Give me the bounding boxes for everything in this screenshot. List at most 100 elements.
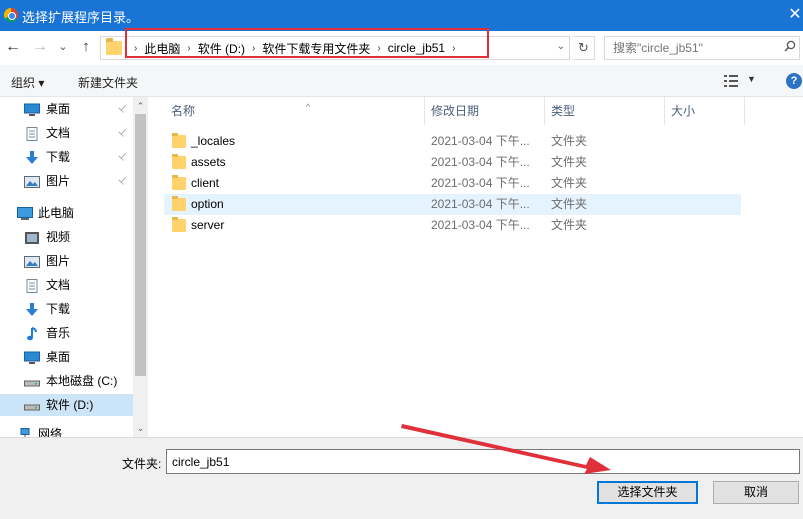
forward-arrow-icon[interactable]: → <box>30 37 50 57</box>
sidebar-item[interactable]: 桌面 ⊥ <box>0 98 133 120</box>
desktop-icon <box>24 102 40 116</box>
sidebar-item[interactable]: 图片 <box>0 250 133 272</box>
window-title: 选择扩展程序目录。 <box>22 10 140 25</box>
breadcrumb-separator-icon[interactable]: › <box>187 43 190 54</box>
folder-icon <box>172 133 186 148</box>
sidebar-item-label: 下载 <box>46 302 71 316</box>
back-arrow-icon[interactable]: ← <box>3 37 23 57</box>
folder-icon <box>172 154 186 169</box>
sidebar-item-label: 软件 (D:) <box>46 398 94 412</box>
drive-icon <box>24 374 40 388</box>
scroll-down-icon[interactable]: ⌄ <box>133 421 148 436</box>
column-header-name[interactable]: 名称 ^ <box>165 97 425 125</box>
sidebar-item[interactable]: 音乐 <box>0 322 133 344</box>
refresh-icon[interactable]: ↻ <box>573 36 595 60</box>
folder-field-label: 文件夹: <box>122 457 162 471</box>
select-folder-button[interactable]: 选择文件夹 <box>597 481 698 504</box>
sidebar-item[interactable]: 下载 <box>0 298 133 320</box>
search-icon[interactable] <box>784 40 796 52</box>
recent-locations-icon[interactable]: ⌄ <box>56 37 70 57</box>
pin-icon: ⊥ <box>115 125 130 140</box>
close-icon[interactable]: ✕ <box>787 2 803 28</box>
chevron-down-icon[interactable]: ⌄ <box>557 41 565 52</box>
chrome-icon <box>4 8 18 22</box>
file-type: 文件夹 <box>551 218 588 232</box>
download-icon <box>24 150 40 164</box>
folder-icon <box>172 217 186 232</box>
sidebar-scrollbar[interactable]: ⌃ ⌄ <box>133 97 148 437</box>
sort-ascending-icon: ^ <box>306 102 311 112</box>
file-date: 2021-03-04 下午... <box>431 176 530 190</box>
sidebar-item[interactable]: 网络 <box>0 423 133 437</box>
breadcrumb-separator-icon[interactable]: › <box>377 43 380 54</box>
sidebar-item-label: 桌面 <box>46 350 71 364</box>
desktop-icon <box>24 350 40 364</box>
breadcrumb-item[interactable]: circle_jb51 <box>388 41 445 55</box>
new-folder-button[interactable]: 新建文件夹 <box>78 74 138 91</box>
sidebar-item[interactable]: 软件 (D:) <box>0 394 133 416</box>
folder-name-input[interactable] <box>166 449 800 474</box>
sidebar-item[interactable]: 下载 ⊥ <box>0 146 133 168</box>
file-name: _locales <box>191 134 236 148</box>
table-row[interactable]: server 2021-03-04 下午... 文件夹 <box>164 215 741 236</box>
cancel-button[interactable]: 取消 <box>713 481 799 504</box>
sidebar-item-label: 本地磁盘 (C:) <box>46 374 118 388</box>
sidebar-item[interactable]: 本地磁盘 (C:) <box>0 370 133 392</box>
drive-icon <box>24 398 40 412</box>
breadcrumb-item[interactable]: 软件下载专用文件夹 <box>262 40 370 57</box>
pin-icon: ⊥ <box>115 173 130 188</box>
this-pc-icon <box>17 206 33 220</box>
pin-icon: ⊥ <box>115 101 130 116</box>
sidebar-item[interactable]: 图片 ⊥ <box>0 170 133 192</box>
sidebar-item-label: 图片 <box>46 174 71 188</box>
column-header-size[interactable]: 大小 <box>665 97 745 125</box>
sidebar-item[interactable]: 文档 <box>0 274 133 296</box>
scroll-up-icon[interactable]: ⌃ <box>133 99 148 114</box>
sidebar-item[interactable]: 此电脑 <box>0 202 133 224</box>
breadcrumb-item[interactable]: 软件 (D:) <box>198 40 245 57</box>
file-name: server <box>191 218 225 232</box>
table-row[interactable]: assets 2021-03-04 下午... 文件夹 <box>164 152 741 173</box>
file-type: 文件夹 <box>551 134 588 148</box>
documents-icon <box>24 278 40 293</box>
folder-icon <box>106 38 122 55</box>
search-input[interactable] <box>604 36 800 60</box>
sidebar-item-label: 桌面 <box>46 102 71 116</box>
view-options-icon[interactable] <box>724 75 738 87</box>
breadcrumb-separator-icon[interactable]: › <box>252 43 255 54</box>
up-arrow-icon[interactable]: ↑ <box>76 37 96 57</box>
file-date: 2021-03-04 下午... <box>431 197 530 211</box>
organize-button[interactable]: 组织 ▾ <box>11 74 44 91</box>
help-icon[interactable]: ? <box>786 73 802 89</box>
file-list: 名称 ^ 修改日期 类型 大小 _locales 2021-03-04 下午...… <box>148 97 803 437</box>
network-icon <box>17 427 33 437</box>
navigation-pane: 网络 软件 (D:) 本地磁盘 (C:) 桌面 音乐 下载 文档 图片 视频 此电脑 图片 ⊥ 下载 ⊥ 文… <box>0 97 148 437</box>
column-header-type[interactable]: 类型 <box>545 97 665 125</box>
breadcrumb-item[interactable]: 此电脑 <box>144 40 180 57</box>
sidebar-item[interactable]: 视频 <box>0 226 133 248</box>
scrollbar-thumb[interactable] <box>135 114 146 376</box>
videos-icon <box>24 230 40 244</box>
sidebar-item[interactable]: 桌面 <box>0 346 133 368</box>
view-dropdown-icon[interactable]: ▼ <box>747 74 756 84</box>
breadcrumb-separator-icon[interactable]: › <box>134 43 137 54</box>
breadcrumb-separator-icon[interactable]: › <box>452 43 455 54</box>
column-header-date[interactable]: 修改日期 <box>425 97 545 125</box>
column-name-label: 名称 <box>171 104 196 118</box>
sidebar-item-label: 下载 <box>46 150 71 164</box>
pictures-icon <box>24 254 40 268</box>
file-date: 2021-03-04 下午... <box>431 155 530 169</box>
file-name: option <box>191 197 224 211</box>
sidebar-item[interactable]: 文档 ⊥ <box>0 122 133 144</box>
table-row[interactable]: client 2021-03-04 下午... 文件夹 <box>164 173 741 194</box>
download-icon <box>24 302 40 316</box>
sidebar-item-label: 网络 <box>38 427 63 437</box>
sidebar-item-label: 文档 <box>46 278 71 292</box>
table-row[interactable]: _locales 2021-03-04 下午... 文件夹 <box>164 131 741 152</box>
file-type: 文件夹 <box>551 155 588 169</box>
address-bar[interactable]: › 此电脑 › 软件 (D:) › 软件下载专用文件夹 › circle_jb51 › ⌄ <box>100 36 570 60</box>
sidebar-item-label: 音乐 <box>46 326 71 340</box>
table-row[interactable]: option 2021-03-04 下午... 文件夹 <box>164 194 741 215</box>
file-type: 文件夹 <box>551 176 588 190</box>
file-name: assets <box>191 155 226 169</box>
